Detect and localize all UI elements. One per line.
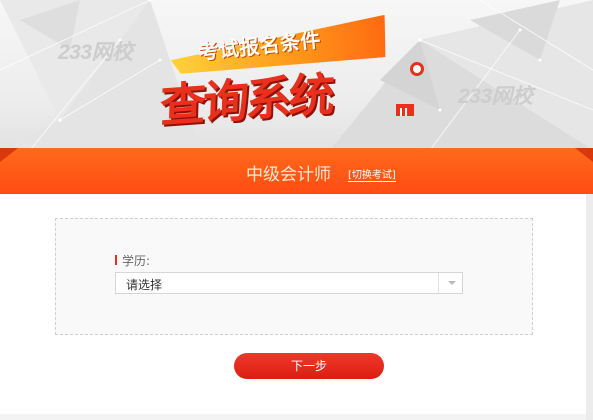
page-edge (586, 194, 593, 420)
education-label-text: 学历: (122, 254, 151, 268)
magnifier-icon (410, 62, 424, 76)
select-arrow-box[interactable] (438, 273, 462, 293)
education-select-value: 请选择 (126, 278, 163, 292)
exam-name: 中级会计师 (246, 165, 331, 185)
switch-exam-link[interactable]: [切换考试] (348, 166, 396, 182)
next-step-button[interactable]: 下一步 (234, 353, 384, 379)
header-banner: 233网校 233网校 考试报名条件 查询系统 (0, 0, 593, 150)
chevron-down-icon (448, 281, 456, 285)
banner-title: 考试报名条件 查询系统 (159, 8, 430, 133)
bar-fold-right (575, 148, 593, 162)
stand-icon (396, 104, 414, 116)
banner-main-title: 查询系统 (159, 67, 333, 133)
required-mark (115, 255, 117, 265)
brand-watermark: 233网校 (58, 41, 133, 64)
page: 233网校 233网校 考试报名条件 查询系统 中级会计师 [切换考试] 学历:… (0, 0, 593, 420)
education-select[interactable]: 请选择 (115, 272, 463, 294)
bar-fold-left (0, 148, 18, 162)
brand-watermark: 233网校 (458, 85, 533, 108)
